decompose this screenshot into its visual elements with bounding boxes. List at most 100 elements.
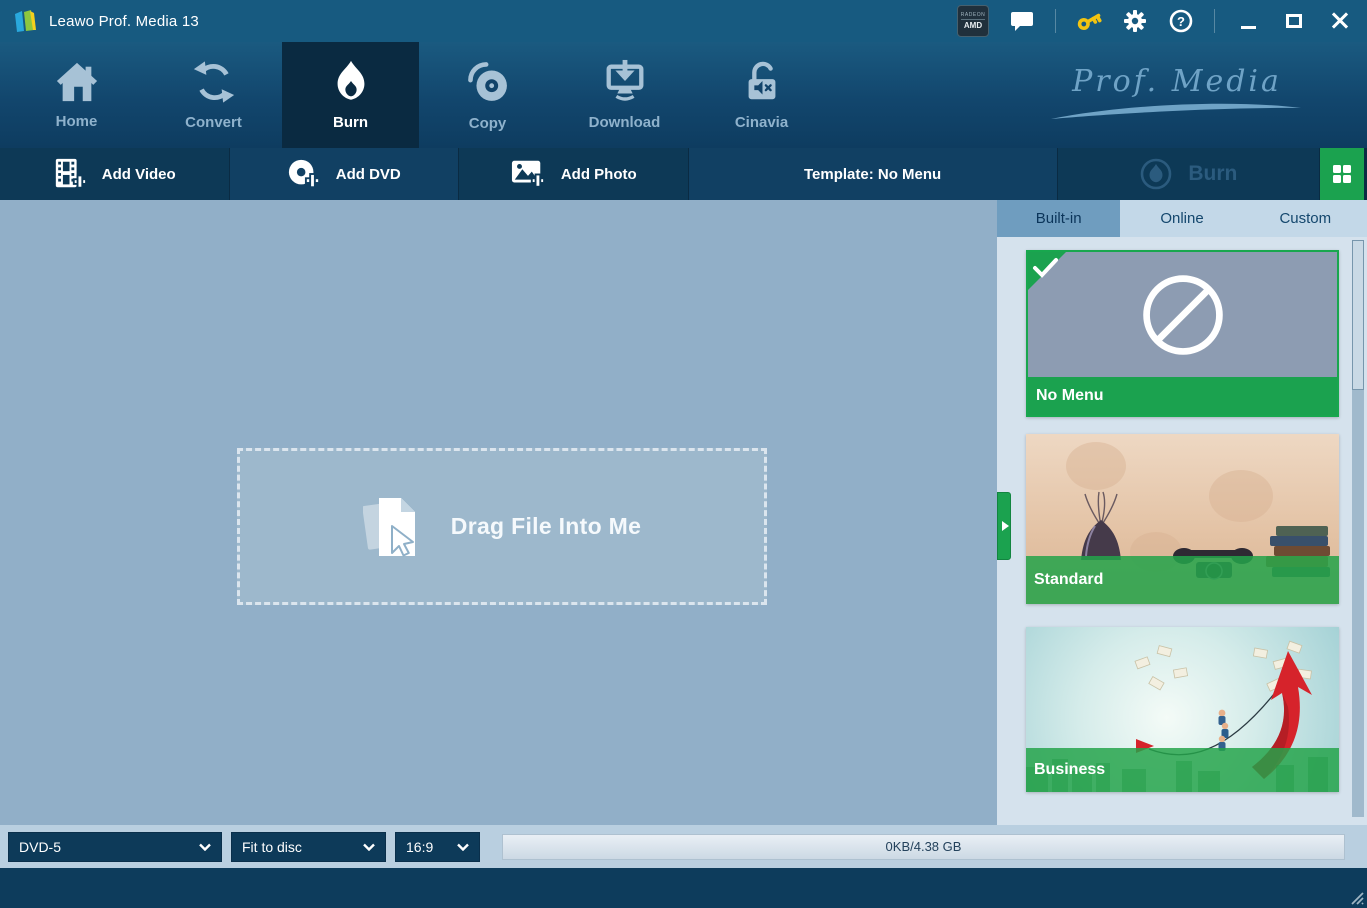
template-panel: Built-in Online Custom	[997, 200, 1367, 825]
drag-file-icon	[363, 494, 425, 560]
minimize-button[interactable]	[1235, 8, 1261, 34]
titlebar-separator	[1055, 9, 1056, 33]
template-name: No Menu	[1028, 377, 1337, 415]
panel-collapse-button[interactable]	[997, 492, 1011, 560]
burn-flame-icon	[328, 59, 374, 105]
file-list-canvas: Drag File Into Me	[0, 200, 997, 825]
template-tabs: Built-in Online Custom	[997, 200, 1367, 237]
add-dvd-button[interactable]: Add DVD	[230, 148, 460, 200]
dropzone-label: Drag File Into Me	[451, 513, 641, 540]
template-name-text: No Menu	[1036, 387, 1104, 405]
add-video-icon	[53, 157, 87, 191]
disc-capacity-bar: 0KB/4.38 GB	[502, 834, 1345, 860]
aspect-ratio-select[interactable]: 16:9	[395, 832, 480, 862]
nav-label: Convert	[185, 114, 242, 131]
add-photo-label: Add Photo	[561, 166, 637, 183]
tab-built-in[interactable]: Built-in	[997, 200, 1120, 237]
nav-item-cinavia[interactable]: Cinavia	[693, 42, 830, 148]
nav-label: Copy	[469, 115, 507, 132]
title-bar: Leawo Prof. Media 13 RADEON AMD	[0, 0, 1367, 42]
main-nav: Home Convert Burn Copy	[0, 42, 1367, 148]
template-card-standard[interactable]: Standard	[1026, 434, 1339, 604]
burn-circle-icon	[1139, 157, 1173, 191]
key-icon[interactable]	[1076, 8, 1102, 34]
gear-icon[interactable]	[1122, 8, 1148, 34]
close-button[interactable]	[1327, 8, 1353, 34]
amd-badge-bottom-text: AMD	[964, 22, 982, 30]
titlebar-separator	[1214, 9, 1215, 33]
action-toolbar: Add Video Add DVD Add Photo Template: No…	[0, 148, 1367, 200]
template-grid-button[interactable]	[1320, 148, 1364, 200]
amd-badge: RADEON AMD	[957, 5, 989, 37]
burn-button[interactable]: Burn	[1058, 148, 1320, 200]
brand-signature: Prof. Media	[1049, 64, 1305, 126]
add-dvd-label: Add DVD	[336, 166, 401, 183]
add-video-label: Add Video	[102, 166, 176, 183]
template-name: Standard	[1026, 556, 1339, 604]
svg-text:?: ?	[1177, 14, 1185, 29]
chevron-down-icon	[457, 843, 469, 851]
add-dvd-icon	[287, 157, 321, 191]
scrollbar-thumb[interactable]	[1352, 240, 1364, 390]
nav-label: Download	[589, 114, 661, 131]
fit-mode-value: Fit to disc	[242, 839, 363, 855]
copy-disc-icon	[464, 58, 512, 106]
chevron-down-icon	[363, 843, 375, 851]
tab-label: Built-in	[1036, 210, 1082, 227]
check-icon	[1032, 256, 1062, 282]
add-photo-button[interactable]: Add Photo	[459, 148, 689, 200]
fit-mode-select[interactable]: Fit to disc	[231, 832, 386, 862]
template-scrollbar[interactable]	[1352, 240, 1364, 817]
leawo-logo-icon	[12, 8, 40, 34]
template-label: Template: No Menu	[804, 166, 941, 183]
app-window: Leawo Prof. Media 13 RADEON AMD	[0, 0, 1367, 908]
grid-icon	[1330, 162, 1354, 186]
brand-text: Prof. Media	[1049, 64, 1305, 99]
disc-type-value: DVD-5	[19, 839, 199, 855]
template-list: No Menu	[997, 237, 1367, 792]
tab-label: Custom	[1279, 210, 1331, 227]
nav-label: Burn	[333, 114, 368, 131]
template-selector[interactable]: Template: No Menu	[689, 148, 1058, 200]
no-menu-preview	[1028, 252, 1337, 377]
resize-grip-icon[interactable]	[1348, 889, 1364, 905]
nav-item-burn[interactable]: Burn	[282, 42, 419, 148]
selected-check-badge	[1028, 252, 1066, 290]
amd-badge-top-text: RADEON	[961, 13, 985, 20]
panel-collapse-arrow-icon	[1002, 521, 1009, 531]
template-name: Business	[1026, 748, 1339, 792]
bottom-bar: DVD-5 Fit to disc 16:9 0KB/4.38 GB	[0, 825, 1367, 868]
template-card-business[interactable]: Business	[1026, 627, 1339, 792]
maximize-button[interactable]	[1281, 8, 1307, 34]
no-menu-icon	[1137, 269, 1229, 361]
nav-label: Cinavia	[735, 114, 788, 131]
convert-icon	[191, 59, 237, 105]
chevron-down-icon	[199, 843, 211, 851]
aspect-ratio-value: 16:9	[406, 839, 457, 855]
tab-online[interactable]: Online	[1120, 200, 1243, 237]
add-video-button[interactable]: Add Video	[0, 148, 230, 200]
template-card-no-menu[interactable]: No Menu	[1026, 250, 1339, 417]
nav-item-home[interactable]: Home	[8, 42, 145, 148]
template-name-text: Standard	[1034, 571, 1103, 589]
nav-item-copy[interactable]: Copy	[419, 42, 556, 148]
main-area: Drag File Into Me Built-in Online Custom	[0, 200, 1367, 825]
disc-type-select[interactable]: DVD-5	[8, 832, 222, 862]
nav-item-download[interactable]: Download	[556, 42, 693, 148]
tab-custom[interactable]: Custom	[1244, 200, 1367, 237]
download-icon	[602, 59, 648, 105]
cinavia-lock-icon	[739, 59, 785, 105]
help-icon[interactable]: ?	[1168, 8, 1194, 34]
nav-item-convert[interactable]: Convert	[145, 42, 282, 148]
tab-label: Online	[1160, 210, 1203, 227]
drag-file-dropzone[interactable]: Drag File Into Me	[237, 448, 767, 605]
window-title: Leawo Prof. Media 13	[49, 13, 199, 30]
burn-button-label: Burn	[1188, 162, 1237, 186]
capacity-text: 0KB/4.38 GB	[886, 839, 962, 854]
template-name-text: Business	[1034, 761, 1105, 779]
status-bar	[0, 868, 1367, 908]
chat-icon[interactable]	[1009, 8, 1035, 34]
brand-swoosh	[1049, 99, 1305, 121]
home-icon	[54, 60, 100, 104]
nav-label: Home	[56, 113, 98, 130]
